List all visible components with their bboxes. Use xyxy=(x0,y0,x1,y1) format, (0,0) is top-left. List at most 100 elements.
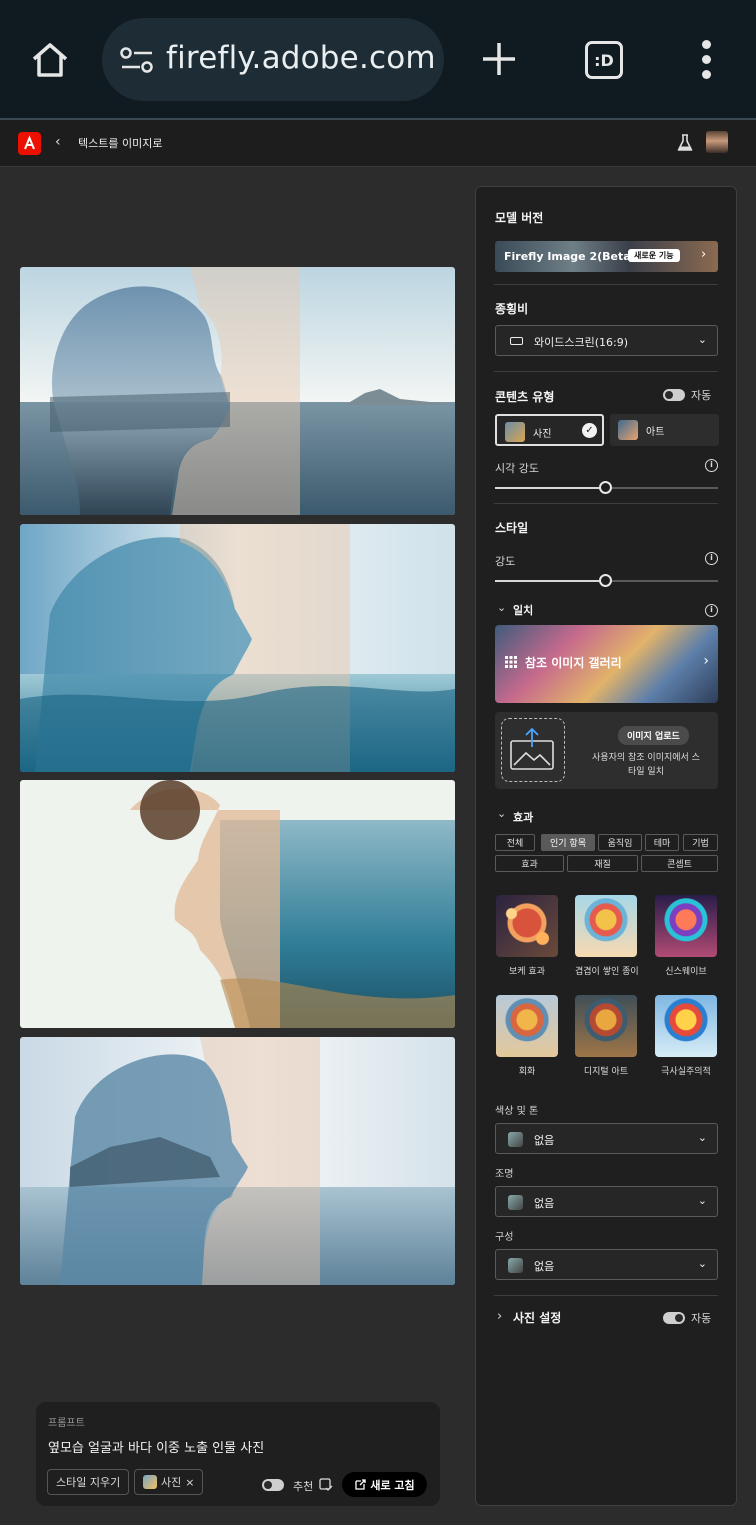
browser-toolbar: firefly.adobe.com :D xyxy=(0,0,756,118)
info-icon[interactable]: i xyxy=(705,604,718,617)
new-feature-badge: 새로운 기능 xyxy=(628,249,680,262)
chip-close-icon[interactable]: × xyxy=(185,1476,194,1489)
grid-icon xyxy=(505,656,517,668)
effect-bokeh[interactable]: 보케 효과 xyxy=(496,895,558,977)
chevron-down-icon: ⌄ xyxy=(697,333,707,346)
slider-handle[interactable] xyxy=(599,574,612,587)
checkmark-icon: ✓ xyxy=(582,423,597,438)
prompt-panel: 프롬프트 옆모습 얼굴과 바다 이중 노출 인물 사진 스타일 지우기 사진 ×… xyxy=(36,1402,440,1506)
filter-label: 전체 xyxy=(506,839,524,849)
info-icon[interactable]: i xyxy=(705,552,718,565)
reference-gallery-button[interactable]: 참조 이미지 갤러리 › xyxy=(495,625,718,703)
color-tone-value: 없음 xyxy=(534,1134,555,1147)
filter-effects[interactable]: 효과 xyxy=(495,855,564,872)
content-type-photo[interactable]: 사진 ✓ xyxy=(495,414,604,446)
chevron-down-icon[interactable]: ⌄ xyxy=(497,601,506,614)
effect-label: 극사실주의적 xyxy=(661,1067,711,1077)
divider xyxy=(494,284,718,285)
upload-dropzone[interactable] xyxy=(501,718,565,782)
clear-style-label: 스타일 지우기 xyxy=(56,1476,121,1489)
filter-concept[interactable]: 콘셉트 xyxy=(641,855,718,872)
visual-intensity-slider[interactable] xyxy=(495,481,718,495)
labs-flask-icon[interactable] xyxy=(677,133,693,153)
effect-digital-art[interactable]: 디지털 아트 xyxy=(575,995,637,1077)
filter-popular[interactable]: 인기 항목 xyxy=(541,834,595,851)
balloon-thumbnail xyxy=(508,1258,523,1273)
chevron-down-icon: ⌄ xyxy=(697,1131,707,1144)
refresh-label: 새로 고침 xyxy=(370,1478,415,1492)
effect-thumbnail xyxy=(575,995,637,1057)
filter-movement[interactable]: 움직임 xyxy=(598,834,642,851)
match-heading[interactable]: 일치 xyxy=(513,602,533,618)
refresh-button[interactable]: 새로 고침 xyxy=(342,1472,427,1497)
prompt-input[interactable]: 옆모습 얼굴과 바다 이중 노출 인물 사진 xyxy=(48,1437,264,1456)
effect-thumbnail xyxy=(496,895,558,957)
color-tone-label: 색상 및 톤 xyxy=(495,1106,539,1117)
photo-settings-auto-label: 자동 xyxy=(691,1312,712,1325)
site-settings-icon[interactable] xyxy=(120,46,154,74)
composition-select[interactable]: 없음 ⌄ xyxy=(495,1249,718,1280)
filter-label: 움직임 xyxy=(607,839,633,849)
upload-reference-area[interactable]: 이미지 업로드 사용자의 참조 이미지에서 스타일 일치 xyxy=(495,712,718,789)
url-text: firefly.adobe.com xyxy=(166,40,436,76)
effect-painting[interactable]: 회화 xyxy=(496,995,558,1077)
effect-label: 디지털 아트 xyxy=(583,1067,629,1077)
content-type-photo-label: 사진 xyxy=(533,429,552,440)
effect-synthwave[interactable]: 신스웨이브 xyxy=(655,895,717,977)
aspect-ratio-value: 와이드스크린(16:9) xyxy=(534,336,629,349)
divider xyxy=(494,371,718,372)
content-type-art[interactable]: 아트 xyxy=(610,414,719,446)
content-type-auto-toggle[interactable] xyxy=(663,389,685,401)
visual-intensity-label: 시각 강도 xyxy=(495,462,539,475)
lighting-select[interactable]: 없음 ⌄ xyxy=(495,1186,718,1217)
photo-style-chip[interactable]: 사진 × xyxy=(134,1469,204,1495)
image-upload-icon xyxy=(510,727,554,770)
adobe-logo[interactable] xyxy=(18,132,41,155)
aspect-ratio-icon xyxy=(510,337,523,345)
aspect-ratio-heading: 종횡비 xyxy=(495,302,529,316)
filter-theme[interactable]: 테마 xyxy=(645,834,679,851)
generated-image-4[interactable] xyxy=(20,1037,455,1285)
chevron-right-icon[interactable]: › xyxy=(497,1309,502,1324)
effects-heading[interactable]: 효과 xyxy=(513,809,533,825)
photo-settings-auto-toggle[interactable] xyxy=(663,1312,685,1324)
address-bar[interactable]: firefly.adobe.com xyxy=(102,18,444,101)
composition-value: 없음 xyxy=(534,1260,555,1273)
composition-label: 구성 xyxy=(495,1232,514,1243)
info-icon[interactable]: i xyxy=(705,459,718,472)
filter-all[interactable]: 전체 xyxy=(495,834,535,851)
recommend-settings-icon[interactable] xyxy=(319,1478,333,1492)
tab-switcher-button[interactable]: :D xyxy=(585,41,623,79)
photo-settings-heading[interactable]: 사진 설정 xyxy=(513,1309,561,1326)
effect-hyperrealistic[interactable]: 극사실주의적 xyxy=(655,995,717,1077)
back-button[interactable]: ‹ xyxy=(55,134,61,150)
slider-handle[interactable] xyxy=(599,481,612,494)
generated-image-1[interactable] xyxy=(20,267,455,515)
effect-thumbnail xyxy=(655,895,717,957)
home-icon[interactable] xyxy=(30,40,70,80)
style-strength-label: 강도 xyxy=(495,555,516,568)
filter-material[interactable]: 재질 xyxy=(567,855,638,872)
upload-image-button[interactable]: 이미지 업로드 xyxy=(618,726,689,745)
generated-image-3[interactable] xyxy=(20,780,455,1028)
filter-label: 콘셉트 xyxy=(667,860,692,870)
effect-layered-paper[interactable]: 겹겹이 쌓인 종이 xyxy=(575,895,639,977)
clear-style-button[interactable]: 스타일 지우기 xyxy=(47,1469,130,1495)
effect-label: 겹겹이 쌓인 종이 xyxy=(575,967,639,977)
model-name: Firefly Image 2(Beta) xyxy=(504,250,636,263)
filter-label: 인기 항목 xyxy=(550,839,586,849)
photo-chip-label: 사진 xyxy=(161,1476,182,1489)
chevron-down-icon[interactable]: ⌄ xyxy=(497,807,506,820)
new-tab-icon[interactable] xyxy=(480,40,518,78)
model-version-selector[interactable]: Firefly Image 2(Beta) 새로운 기능 › xyxy=(495,241,718,272)
recommend-toggle[interactable] xyxy=(262,1479,284,1491)
style-strength-slider[interactable] xyxy=(495,574,718,588)
aspect-ratio-select[interactable]: 와이드스크린(16:9) ⌄ xyxy=(495,325,718,356)
color-tone-select[interactable]: 없음 ⌄ xyxy=(495,1123,718,1154)
user-avatar[interactable] xyxy=(706,131,728,153)
generated-image-2[interactable] xyxy=(20,524,455,772)
filter-label: 효과 xyxy=(521,860,538,870)
browser-menu-icon[interactable] xyxy=(698,40,714,80)
filter-technique[interactable]: 기법 xyxy=(683,834,718,851)
effect-label: 신스웨이브 xyxy=(665,967,707,977)
